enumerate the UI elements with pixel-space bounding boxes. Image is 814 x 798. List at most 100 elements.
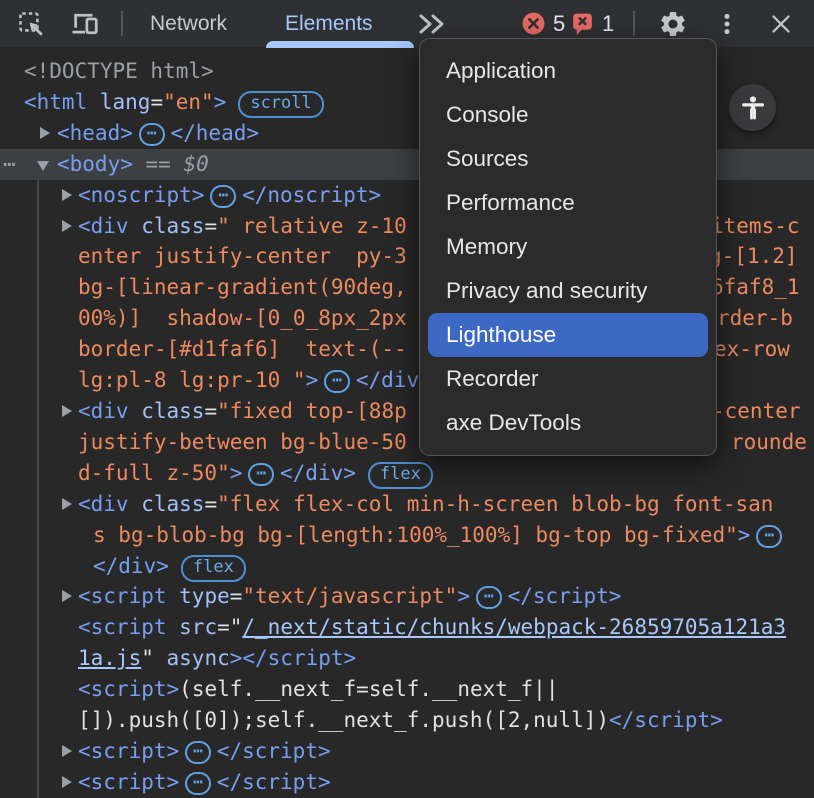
inspect-element-button[interactable]	[12, 5, 50, 43]
code-text: </div>	[280, 461, 356, 485]
dom-node-line[interactable]: 1a.js" async></script>	[0, 643, 814, 674]
tab-network[interactable]: Network	[150, 0, 227, 47]
menu-item-privacy-and-security[interactable]: Privacy and security	[428, 269, 708, 313]
expand-arrow-icon[interactable]	[62, 590, 72, 602]
code-text: class	[129, 399, 205, 423]
expand-arrow-icon[interactable]	[62, 189, 72, 201]
dom-node-line[interactable]: <script>⋯</script>	[0, 736, 814, 767]
issues-icon	[570, 11, 595, 36]
chevron-double-right-icon	[416, 10, 448, 38]
code-text: ex-row	[714, 337, 790, 361]
close-icon	[769, 12, 793, 36]
code-text: <script	[78, 584, 167, 608]
dom-node-line[interactable]: <script type="text/javascript">⋯</script…	[0, 581, 814, 612]
code-text-run: lg:pl-8 lg:pr-10 ">⋯</div>	[78, 365, 432, 396]
code-text: ="	[217, 615, 242, 639]
code-text: bg-[linear-gradient(90deg,	[78, 275, 407, 299]
code-text: rounde	[731, 430, 807, 454]
menu-item-console[interactable]: Console	[428, 93, 708, 137]
menu-item-application[interactable]: Application	[428, 49, 708, 93]
code-text: >	[214, 90, 227, 114]
close-devtools-button[interactable]	[762, 5, 800, 43]
code-text-continuation: -center	[712, 396, 801, 427]
code-text: type	[167, 584, 230, 608]
expand-arrow-icon[interactable]	[62, 405, 72, 417]
device-toolbar-button[interactable]	[66, 5, 104, 43]
scroll-badge[interactable]: scroll	[238, 91, 323, 118]
code-text-run: s bg-blob-bg bg-[length:100%_100%] bg-to…	[93, 520, 788, 551]
error-icon	[521, 11, 546, 36]
script-src-link[interactable]: /_next/static/chunks/webpack-26859705a12…	[242, 615, 786, 639]
code-text: </script>	[217, 770, 331, 794]
dom-node-line[interactable]: <script>(self.__next_f=self.__next_f||	[0, 674, 814, 705]
dom-node-line[interactable]: <script src="/_next/static/chunks/webpac…	[0, 612, 814, 643]
collapse-arrow-icon[interactable]	[37, 161, 49, 171]
code-text: =	[204, 214, 217, 238]
error-count: 5	[553, 11, 565, 37]
menu-item-axe-devtools[interactable]: axe DevTools	[428, 401, 708, 445]
expand-ellipsis-button[interactable]: ⋯	[210, 185, 236, 208]
menu-item-sources[interactable]: Sources	[428, 137, 708, 181]
flex-badge[interactable]: flex	[181, 555, 246, 582]
expand-ellipsis-button[interactable]: ⋯	[324, 370, 350, 393]
code-text: </head>	[171, 121, 260, 145]
code-text: >	[457, 584, 470, 608]
flex-badge[interactable]: flex	[368, 462, 433, 489]
code-text: <html	[24, 90, 87, 114]
code-text-run: 00%)] shadow-[0_0_8px_2px	[78, 303, 407, 334]
script-src-link[interactable]: 1a.js	[78, 646, 141, 670]
panel-menu: ApplicationConsoleSourcesPerformanceMemo…	[419, 38, 717, 456]
expand-arrow-icon[interactable]	[62, 776, 72, 788]
code-text: <!DOCTYPE html>	[24, 59, 214, 83]
dom-node-line[interactable]: <script> ⋯ </script>	[0, 767, 814, 798]
code-text-continuation: items-c	[711, 211, 800, 242]
issue-count: 1	[602, 11, 614, 37]
code-text: >	[738, 523, 751, 547]
accessibility-person-icon	[739, 94, 767, 122]
code-text-run: []).push([0]);self.__next_f.push([2,null…	[78, 705, 723, 736]
dom-node-line[interactable]: []).push([0]);self.__next_f.push([2,null…	[0, 705, 814, 736]
dom-node-line[interactable]: </div>flex	[0, 551, 814, 582]
dom-node-line[interactable]: <div class="flex flex-col min-h-screen b…	[0, 489, 814, 520]
code-text: justify-between bg-blue-50	[78, 430, 407, 454]
expand-arrow-icon[interactable]	[62, 745, 72, 757]
accessibility-widget-button[interactable]	[729, 84, 776, 131]
code-text: >	[230, 461, 243, 485]
expand-ellipsis-button[interactable]: ⋯	[185, 772, 211, 795]
code-text: "en"	[163, 90, 214, 114]
expand-ellipsis-button[interactable]: ⋯	[756, 525, 782, 548]
expand-arrow-icon[interactable]	[62, 220, 72, 232]
code-text: enter justify-center py-3	[78, 244, 407, 268]
code-text: $0	[183, 152, 208, 176]
expand-arrow-icon[interactable]	[40, 127, 50, 139]
more-options-button[interactable]	[708, 5, 746, 43]
code-text: <script>	[78, 770, 179, 794]
menu-item-recorder[interactable]: Recorder	[428, 357, 708, 401]
code-text-run: enter justify-center py-3	[78, 241, 407, 272]
code-text: items-c	[711, 214, 800, 238]
menu-item-lighthouse[interactable]: Lighthouse	[428, 313, 708, 357]
code-text: </noscript>	[242, 183, 381, 207]
code-text-run: <body> == $0	[57, 149, 209, 180]
node-options-icon[interactable]: ⋯	[3, 149, 17, 180]
expand-ellipsis-button[interactable]: ⋯	[476, 586, 502, 609]
code-text-run: 1a.js" async></script>	[78, 643, 356, 674]
code-text: =	[230, 584, 243, 608]
menu-item-performance[interactable]: Performance	[428, 181, 708, 225]
expand-ellipsis-button[interactable]: ⋯	[139, 123, 165, 146]
code-text-run: bg-[linear-gradient(90deg,	[78, 272, 407, 303]
expand-arrow-icon[interactable]	[62, 498, 72, 510]
tab-network-label: Network	[150, 12, 227, 35]
dom-node-line[interactable]: s bg-blob-bg bg-[length:100%_100%] bg-to…	[0, 520, 814, 551]
expand-ellipsis-button[interactable]: ⋯	[248, 463, 274, 486]
code-text-run: <div class="flex flex-col min-h-screen b…	[78, 489, 773, 520]
code-text: <body>	[57, 152, 133, 176]
expand-ellipsis-button[interactable]: ⋯	[185, 741, 211, 764]
tab-elements[interactable]: Elements	[285, 0, 373, 47]
code-text: class	[129, 492, 205, 516]
menu-item-memory[interactable]: Memory	[428, 225, 708, 269]
settings-gear-icon	[658, 9, 688, 39]
dom-node-line[interactable]: d-full z-50">⋯</div>flex	[0, 458, 814, 489]
code-text-run: d-full z-50">⋯</div>flex	[78, 458, 433, 489]
code-text: "flex flex-col min-h-screen blob-bg font…	[217, 492, 773, 516]
